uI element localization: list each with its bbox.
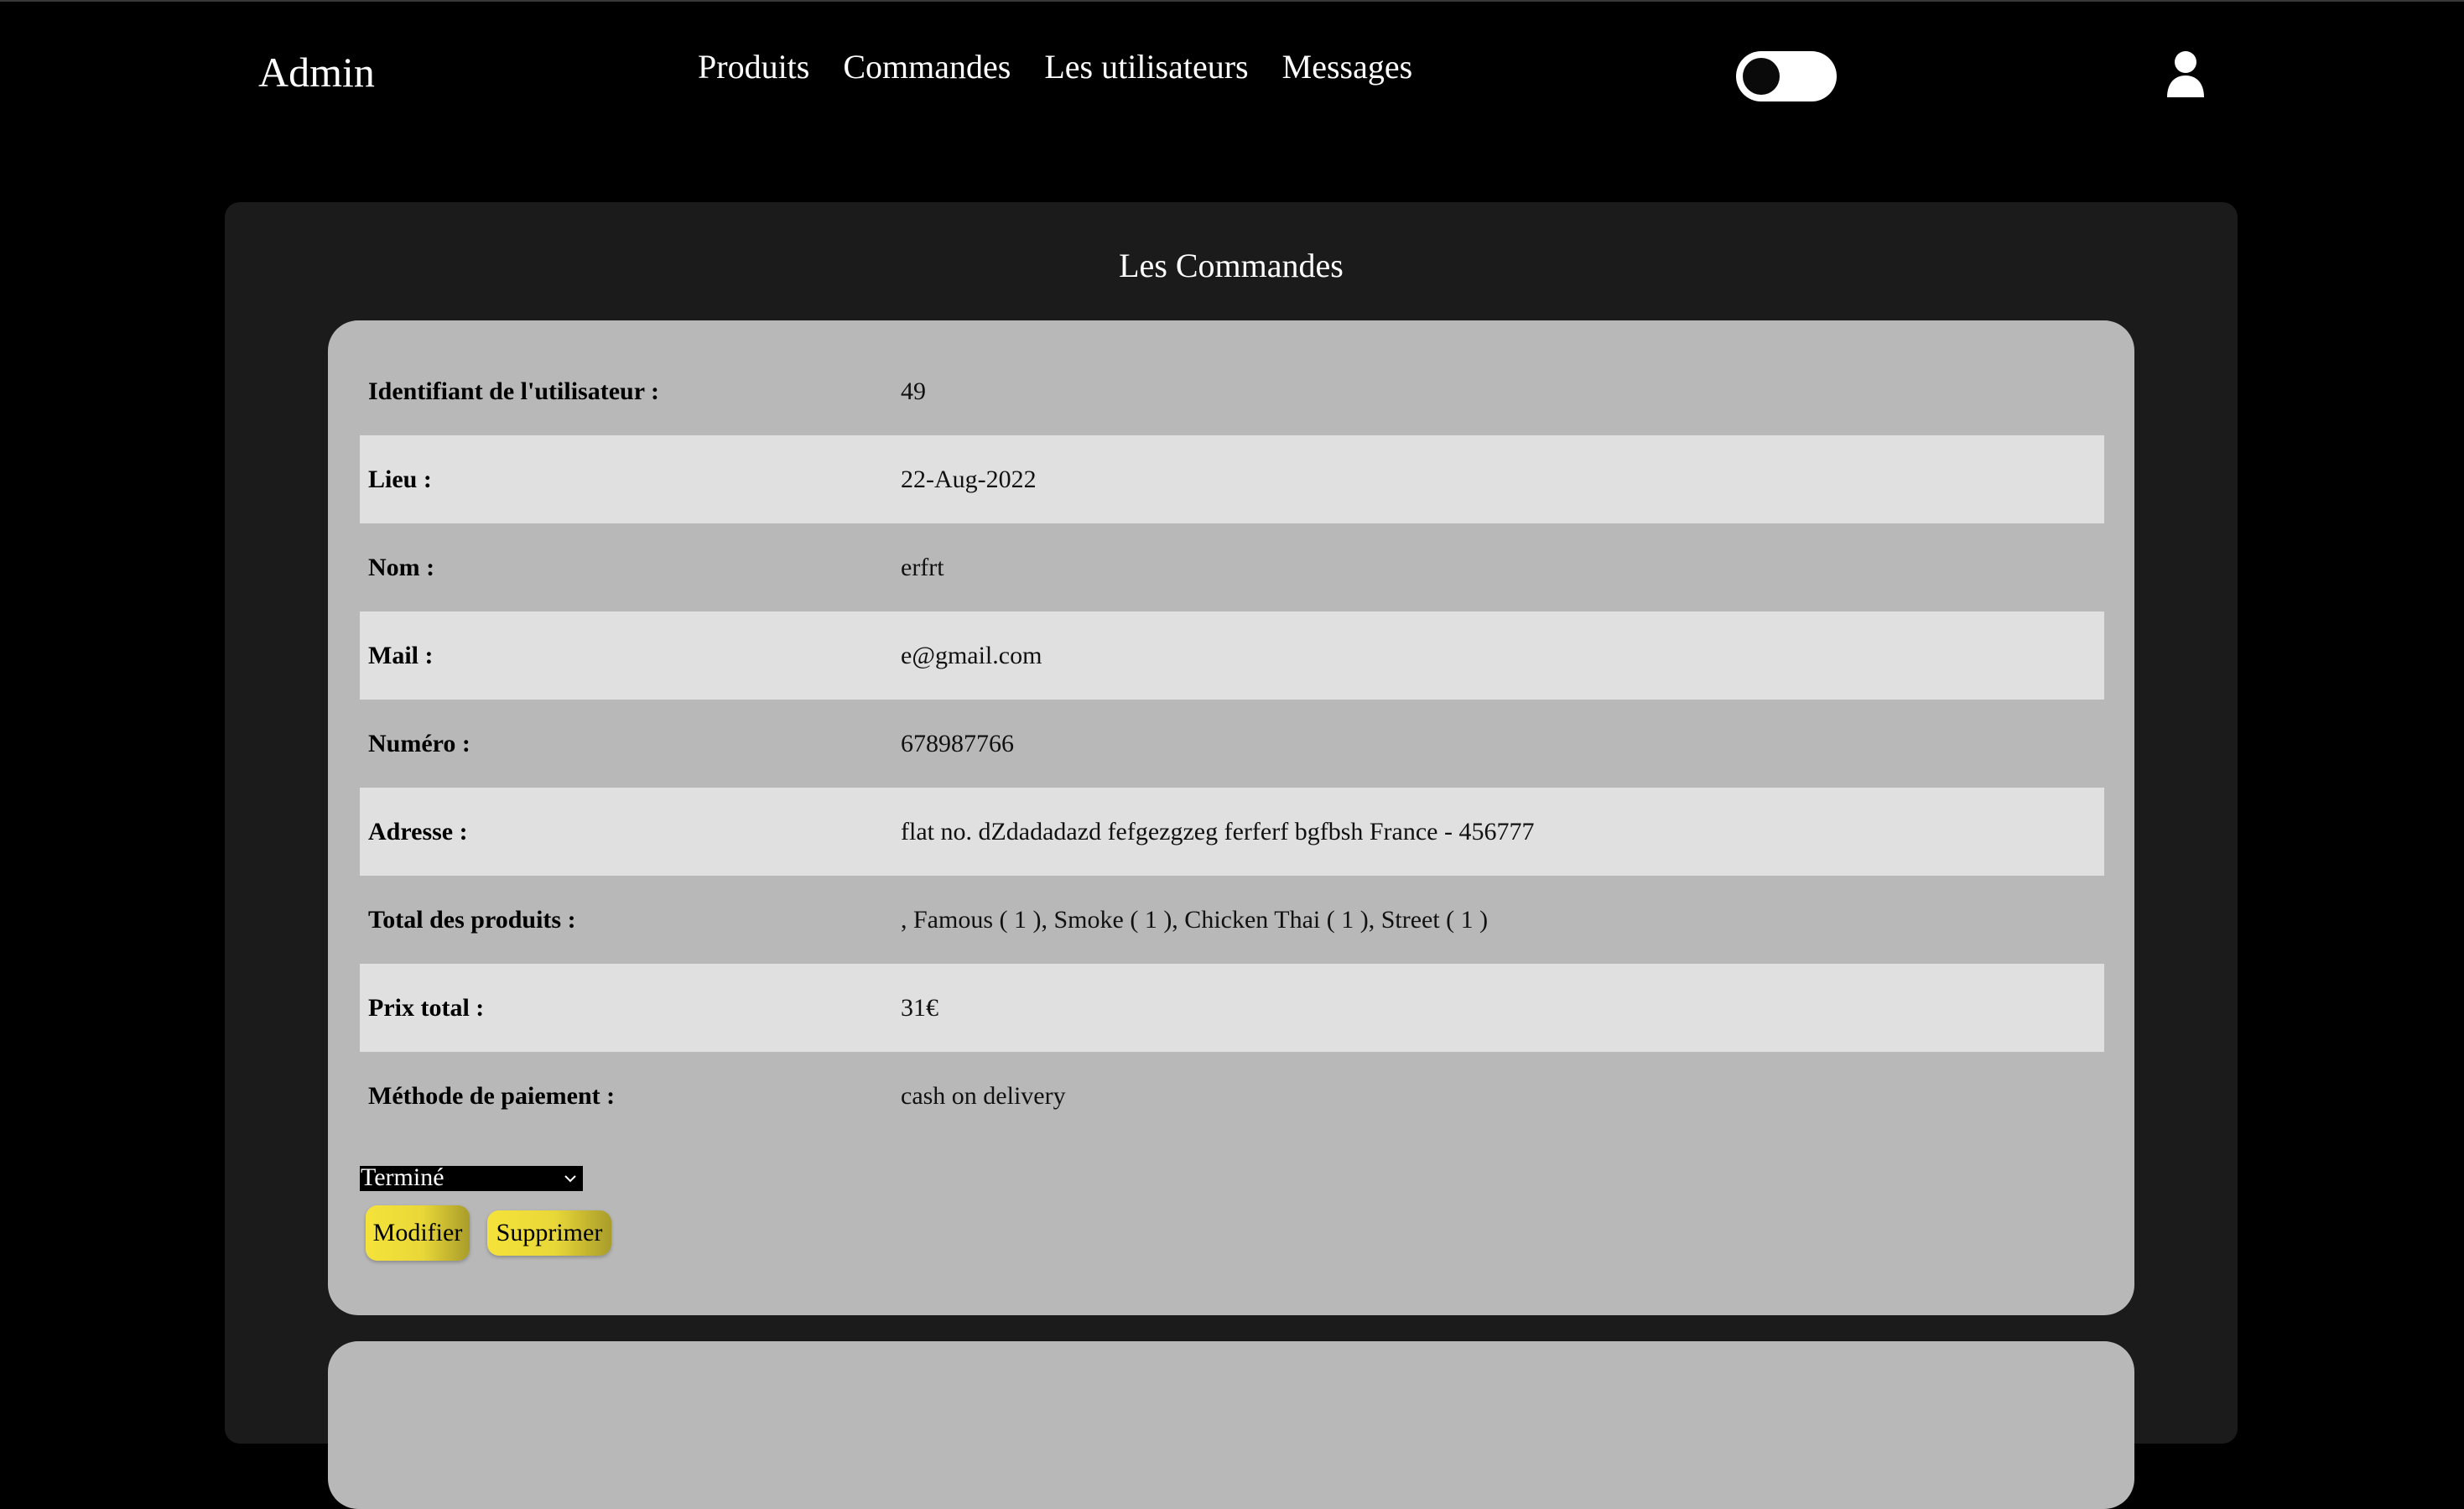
detail-row-user-id: Identifiant de l'utilisateur : 49 xyxy=(360,347,2104,435)
detail-value: flat no. dZdadadazd fefgezgzeg ferferf b… xyxy=(901,818,1535,846)
detail-label: Total des produits : xyxy=(368,906,576,934)
theme-toggle[interactable] xyxy=(1736,51,1837,101)
detail-row-methode-paiement: Méthode de paiement : cash on delivery xyxy=(360,1052,2104,1140)
detail-row-mail: Mail : e@gmail.com xyxy=(360,611,2104,700)
modify-button[interactable]: Modifier xyxy=(366,1205,470,1261)
detail-row-numero: Numéro : 678987766 xyxy=(360,700,2104,788)
detail-value: 22-Aug-2022 xyxy=(901,466,1037,493)
order-status-select[interactable]: Terminé xyxy=(360,1163,583,1191)
status-select-value: Terminé xyxy=(361,1163,444,1191)
nav-link-commandes[interactable]: Commandes xyxy=(843,44,1011,91)
main-nav: Produits Commandes Les utilisateurs Mess… xyxy=(698,44,1412,91)
detail-label: Méthode de paiement : xyxy=(368,1082,616,1110)
nav-link-produits[interactable]: Produits xyxy=(698,44,809,91)
order-card: Identifiant de l'utilisateur : 49 Lieu :… xyxy=(328,320,2134,1315)
detail-row-nom: Nom : erfrt xyxy=(360,523,2104,611)
detail-value: 678987766 xyxy=(901,730,1014,757)
orders-panel: Les Commandes Identifiant de l'utilisate… xyxy=(225,202,2238,1509)
detail-value: e@gmail.com xyxy=(901,642,1042,669)
detail-label: Mail : xyxy=(368,642,434,669)
detail-row-total-produits: Total des produits : , Famous ( 1 ), Smo… xyxy=(360,876,2104,964)
detail-row-adresse: Adresse : flat no. dZdadadazd fefgezgzeg… xyxy=(360,788,2104,876)
detail-value: erfrt xyxy=(901,554,944,581)
brand-title[interactable]: Admin xyxy=(258,47,375,97)
detail-value: cash on delivery xyxy=(901,1082,1066,1110)
detail-value: 49 xyxy=(901,377,926,405)
detail-label: Identifiant de l'utilisateur : xyxy=(368,377,659,405)
detail-row-lieu: Lieu : 22-Aug-2022 xyxy=(360,435,2104,523)
detail-label: Numéro : xyxy=(368,730,470,757)
detail-label: Nom : xyxy=(368,554,435,581)
order-details: Identifiant de l'utilisateur : 49 Lieu :… xyxy=(360,347,2104,1140)
top-navbar: Admin Produits Commandes Les utilisateur… xyxy=(0,0,2464,151)
chevron-down-icon xyxy=(564,1175,576,1183)
page-title: Les Commandes xyxy=(1119,247,1344,284)
detail-label: Lieu : xyxy=(368,466,432,493)
next-order-card xyxy=(328,1341,2134,1509)
nav-link-messages[interactable]: Messages xyxy=(1282,44,1413,91)
detail-label: Adresse : xyxy=(368,818,468,846)
delete-button[interactable]: Supprimer xyxy=(487,1210,611,1256)
nav-link-utilisateurs[interactable]: Les utilisateurs xyxy=(1044,44,1248,91)
detail-value: , Famous ( 1 ), Smoke ( 1 ), Chicken Tha… xyxy=(901,906,1489,934)
user-icon[interactable] xyxy=(2165,49,2206,99)
detail-value: 31€ xyxy=(901,994,938,1022)
detail-label: Prix total : xyxy=(368,994,485,1022)
detail-row-prix-total: Prix total : 31€ xyxy=(360,964,2104,1052)
toggle-knob xyxy=(1743,58,1780,95)
